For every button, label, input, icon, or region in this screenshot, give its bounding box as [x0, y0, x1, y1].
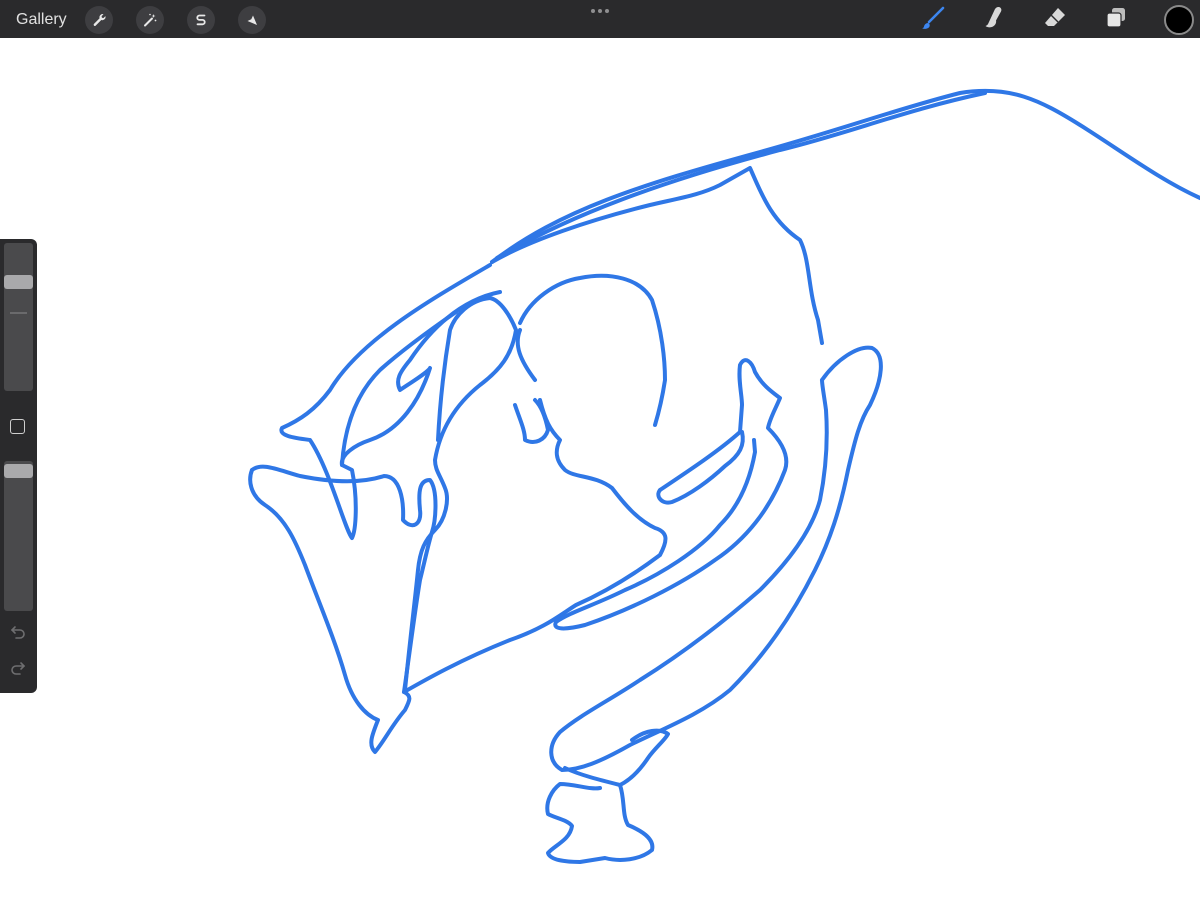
gallery-button[interactable]: Gallery: [16, 10, 67, 30]
more-button[interactable]: [589, 1, 611, 19]
brush-stroke: [490, 88, 1200, 264]
brush-stroke: [553, 358, 789, 631]
brush-tool-button[interactable]: [918, 5, 948, 35]
layers-button[interactable]: [1101, 5, 1131, 35]
brush-stroke: [545, 782, 655, 864]
brush-stroke: [403, 296, 518, 692]
brush-icon: [920, 5, 946, 36]
brush-stroke: [248, 468, 412, 754]
drawing-canvas[interactable]: [0, 38, 1200, 899]
selection-s-icon: [193, 12, 209, 28]
color-picker-button[interactable]: [1164, 5, 1194, 35]
eraser-tool-button[interactable]: [1040, 5, 1070, 35]
brush-stroke: [563, 728, 670, 787]
arrow-cursor-icon: [244, 12, 260, 28]
adjustments-button[interactable]: [136, 6, 164, 34]
magic-wand-icon: [142, 12, 158, 28]
brush-stroke: [339, 290, 502, 467]
brush-stroke: [495, 91, 987, 260]
more-dots-icon: [590, 1, 610, 19]
actions-button[interactable]: [85, 6, 113, 34]
selection-button[interactable]: [187, 6, 215, 34]
wrench-icon: [91, 12, 107, 28]
brush-stroke: [279, 263, 492, 540]
smudge-tool-button[interactable]: [979, 5, 1009, 35]
layers-icon: [1103, 5, 1129, 36]
brush-stroke: [515, 328, 537, 382]
transform-button[interactable]: [238, 6, 266, 34]
eraser-icon: [1042, 5, 1068, 36]
top-toolbar: Gallery: [0, 0, 1200, 38]
smudge-finger-icon: [981, 5, 1007, 36]
